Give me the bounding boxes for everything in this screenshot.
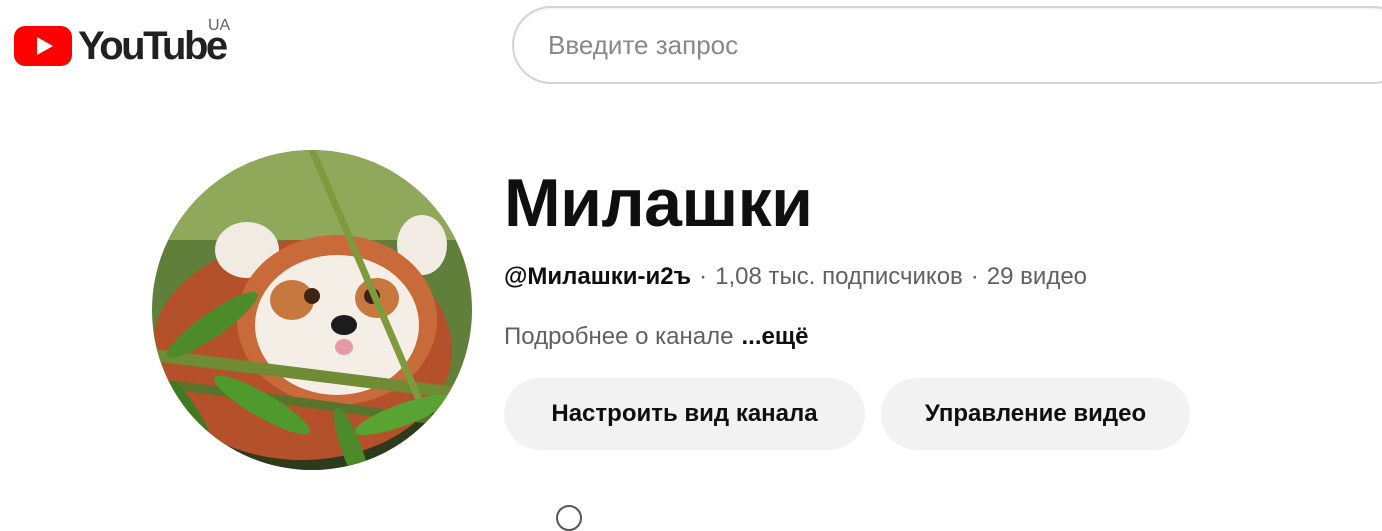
more-link[interactable]: ...ещё bbox=[741, 323, 808, 350]
red-panda-avatar-image bbox=[152, 150, 472, 470]
meta-separator: · bbox=[699, 263, 708, 290]
channel-about-link[interactable]: Подробнее о канале ...ещё bbox=[504, 322, 808, 352]
manage-videos-button[interactable]: Управление видео bbox=[881, 378, 1190, 450]
customize-channel-button[interactable]: Настроить вид канала bbox=[504, 378, 865, 450]
subscriber-count: 1,08 тыс. подписчиков bbox=[715, 263, 963, 290]
partial-circle-icon bbox=[556, 505, 582, 531]
channel-meta: @Милашки-и2ъ · 1,08 тыс. подписчиков · 29 ви… bbox=[504, 262, 1087, 292]
meta-separator: · bbox=[970, 263, 979, 290]
youtube-logo[interactable]: YouTube bbox=[14, 24, 228, 68]
channel-name: Милашки bbox=[504, 165, 813, 241]
search-input[interactable]: Введите запрос bbox=[512, 6, 1382, 84]
about-text: Подробнее о канале bbox=[504, 323, 734, 350]
country-code: UA bbox=[208, 17, 231, 34]
video-count: 29 видео bbox=[986, 263, 1088, 290]
youtube-play-icon bbox=[14, 26, 72, 66]
channel-handle[interactable]: @Милашки-и2ъ bbox=[504, 263, 691, 290]
channel-avatar[interactable] bbox=[152, 150, 472, 470]
youtube-logo-text: YouTube bbox=[78, 24, 228, 68]
search-placeholder: Введите запрос bbox=[548, 29, 739, 60]
